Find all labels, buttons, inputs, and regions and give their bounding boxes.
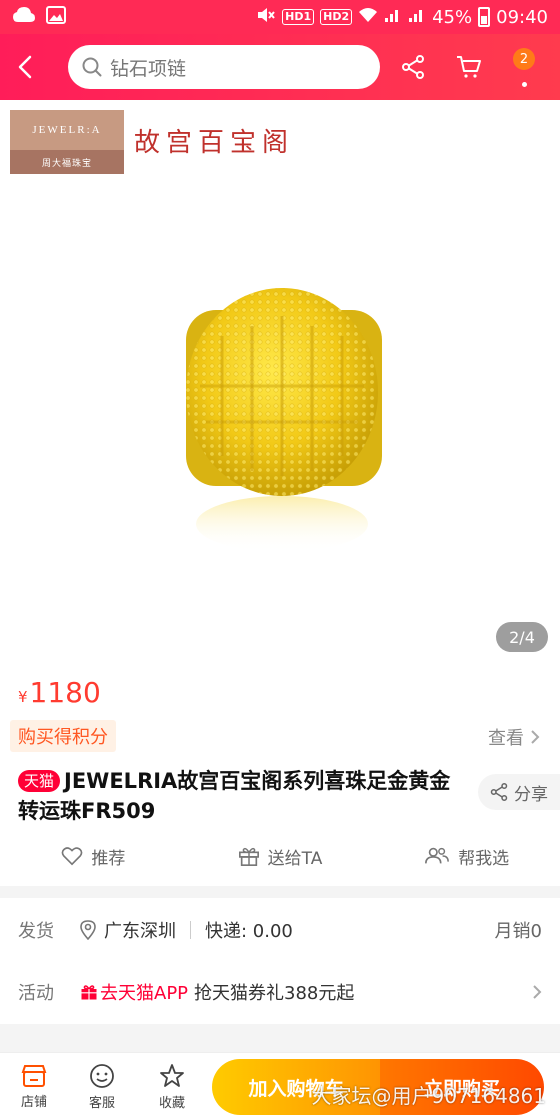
location-pin-icon — [80, 920, 96, 940]
brand-banner[interactable]: JEWELR:A 周大福珠宝 故宫百宝阁 — [0, 100, 560, 186]
cloud-icon — [12, 6, 36, 28]
help-choose-label: 帮我选 — [458, 848, 510, 869]
battery-percent: 45% — [432, 6, 473, 28]
hd2-badge: HD2 — [320, 9, 353, 25]
product-image-carousel[interactable]: 2/4 — [0, 186, 560, 666]
shop-button[interactable]: 店铺 — [0, 1053, 68, 1120]
search-icon — [82, 57, 102, 77]
star-icon — [160, 1064, 184, 1087]
ship-location: 广东深圳 — [80, 917, 176, 943]
status-bar: HD1 HD2 45% 09:40 — [0, 0, 560, 34]
tmall-app-tag-text: 去天猫APP — [100, 983, 189, 1004]
promotion-text: 抢天猫券礼388元起 — [194, 983, 355, 1004]
share-button-header[interactable] — [388, 34, 438, 100]
points-tag: 购买得积分 — [10, 720, 116, 752]
price-symbol: ¥ — [18, 688, 28, 706]
cart-count-badge: 2 — [513, 48, 535, 70]
gift-button[interactable]: 送给TA — [187, 836, 374, 876]
cart-icon — [457, 56, 481, 78]
search-bar[interactable]: 钻石项链 — [68, 45, 380, 89]
gold-bead-image — [186, 288, 382, 552]
promotion-label: 活动 — [18, 983, 54, 1004]
share-icon — [490, 783, 508, 801]
favorite-button[interactable]: 收藏 — [138, 1053, 206, 1120]
share-label: 分享 — [514, 784, 548, 805]
image-page-indicator: 2/4 — [496, 622, 548, 652]
tmall-badge: 天猫 — [18, 770, 61, 792]
signal-icon-2 — [408, 7, 426, 28]
chevron-left-icon — [18, 55, 32, 79]
shipping-label: 发货 — [18, 921, 54, 942]
watermark: 大家坛@用户907164861 — [311, 1084, 546, 1108]
heart-icon — [61, 847, 83, 866]
clock: 09:40 — [496, 6, 548, 28]
signal-icon — [384, 7, 402, 28]
search-input[interactable]: 钻石项链 — [110, 54, 186, 81]
tmall-app-tag: 去天猫APP — [80, 979, 188, 1005]
mute-icon — [256, 6, 276, 29]
gift-label: 送给TA — [267, 848, 323, 869]
separator — [190, 921, 191, 939]
ship-location-text: 广东深圳 — [104, 921, 176, 942]
brand-logo: JEWELR:A 周大福珠宝 — [10, 110, 124, 174]
customer-service-button[interactable]: 客服 — [68, 1053, 136, 1120]
help-choose-button[interactable]: 帮我选 — [373, 836, 560, 876]
shipping-row[interactable]: 发货 广东深圳 快递: 0.00 月销0 — [0, 900, 560, 960]
promotion-row[interactable]: 活动 去天猫APP 抢天猫券礼388元起 — [0, 962, 560, 1022]
chevron-right-icon — [533, 985, 542, 999]
battery-icon — [478, 7, 491, 27]
recommend-button[interactable]: 推荐 — [0, 836, 187, 876]
wifi-icon — [358, 7, 378, 28]
logo-subtext: 周大福珠宝 — [10, 150, 124, 174]
product-title: 天猫 JEWELRIA故宫百宝阁系列喜珠足金黄金转运珠FR509 — [18, 766, 458, 826]
price: ¥ 1180 — [18, 676, 101, 709]
top-nav-bar: 钻石项链 2 — [0, 34, 560, 100]
share-icon — [402, 55, 424, 79]
product-title-text: JEWELRIA故宫百宝阁系列喜珠足金黄金转运珠FR509 — [18, 769, 451, 823]
share-button[interactable]: 分享 — [478, 774, 560, 810]
brand-title: 故宫百宝阁 — [134, 128, 295, 158]
monthly-sales: 月销0 — [494, 921, 542, 942]
service-label: 客服 — [88, 1096, 115, 1111]
price-value: 1180 — [29, 676, 101, 709]
hd1-badge: HD1 — [282, 9, 315, 25]
logo-text: JEWELR:A — [32, 124, 102, 136]
section-divider — [0, 1024, 560, 1052]
social-actions: 推荐 送给TA 帮我选 — [0, 836, 560, 876]
shop-icon — [21, 1065, 47, 1087]
favorite-label: 收藏 — [158, 1096, 185, 1111]
chevron-right-icon — [531, 730, 540, 744]
chat-face-icon — [90, 1064, 114, 1088]
cart-button-header[interactable] — [444, 34, 494, 100]
gift-icon — [81, 985, 97, 1000]
more-dot-icon — [522, 82, 527, 87]
image-icon — [46, 6, 66, 28]
back-button[interactable] — [0, 34, 50, 100]
section-divider — [0, 886, 560, 898]
recommend-label: 推荐 — [91, 848, 126, 869]
express-fee: 快递: 0.00 — [205, 921, 293, 942]
people-icon — [425, 847, 450, 864]
shop-label: 店铺 — [20, 1095, 47, 1110]
view-points-link[interactable]: 查看 — [488, 724, 540, 750]
view-link-label: 查看 — [488, 728, 524, 749]
more-menu-button[interactable]: 2 — [500, 34, 550, 100]
gift-icon — [238, 847, 259, 866]
